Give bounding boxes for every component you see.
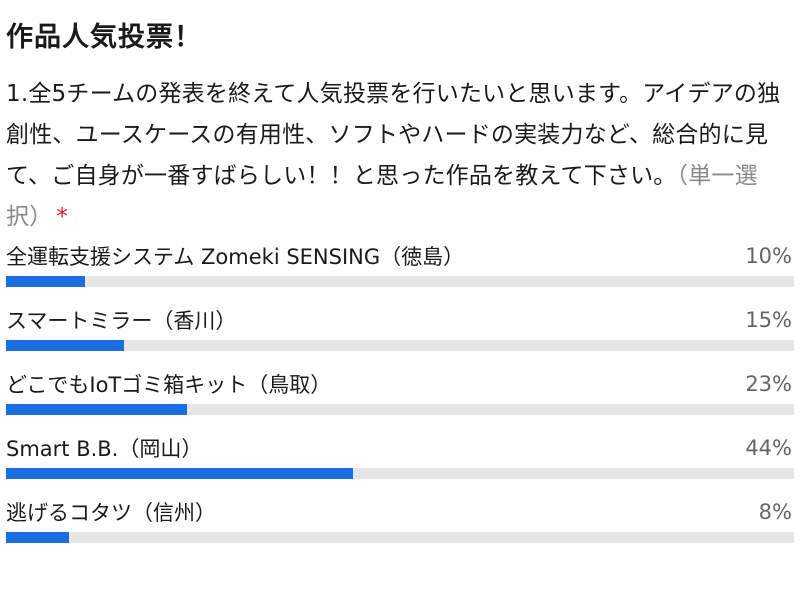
option-percent: 15% — [745, 308, 792, 332]
option-item: 逃げるコタツ（信州） 8% — [6, 494, 794, 558]
result-bar-fill — [6, 404, 188, 415]
option-percent: 23% — [745, 372, 792, 396]
result-bar-track — [6, 532, 794, 543]
result-bar-fill — [6, 468, 353, 479]
option-percent: 44% — [745, 436, 792, 460]
options-list: 全運転支援システム Zomeki SENSING（徳島） 10% スマートミラー… — [6, 238, 794, 558]
result-bar-track — [6, 276, 794, 287]
option-item: どこでもIoTゴミ箱キット（鳥取） 23% — [6, 366, 794, 430]
option-label: Smart B.B.（岡山） — [6, 437, 203, 461]
result-bar-fill — [6, 340, 125, 351]
poll-results: 作品人気投票！ 1.全5チームの発表を終えて人気投票を行いたいと思います。アイデ… — [0, 0, 800, 600]
option-percent: 10% — [745, 244, 792, 268]
option-label: どこでもIoTゴミ箱キット（鳥取） — [6, 373, 332, 397]
option-item: 全運転支援システム Zomeki SENSING（徳島） 10% — [6, 238, 794, 302]
option-label: 全運転支援システム Zomeki SENSING（徳島） — [6, 245, 465, 269]
result-bar-track — [6, 404, 794, 415]
required-mark: * — [56, 204, 69, 230]
question-text: 1.全5チームの発表を終えて人気投票を行いたいと思います。アイデアの独創性、ユー… — [6, 74, 791, 238]
result-bar-track — [6, 468, 794, 479]
option-item: スマートミラー（香川） 15% — [6, 302, 794, 366]
option-percent: 8% — [758, 500, 792, 524]
result-bar-track — [6, 340, 794, 351]
option-item: Smart B.B.（岡山） 44% — [6, 430, 794, 494]
option-label: スマートミラー（香川） — [6, 309, 237, 333]
option-label: 逃げるコタツ（信州） — [6, 501, 216, 525]
page-title: 作品人気投票！ — [6, 22, 202, 53]
question-body: 1.全5チームの発表を終えて人気投票を行いたいと思います。アイデアの独創性、ユー… — [6, 81, 781, 189]
result-bar-fill — [6, 276, 85, 287]
result-bar-fill — [6, 532, 70, 543]
